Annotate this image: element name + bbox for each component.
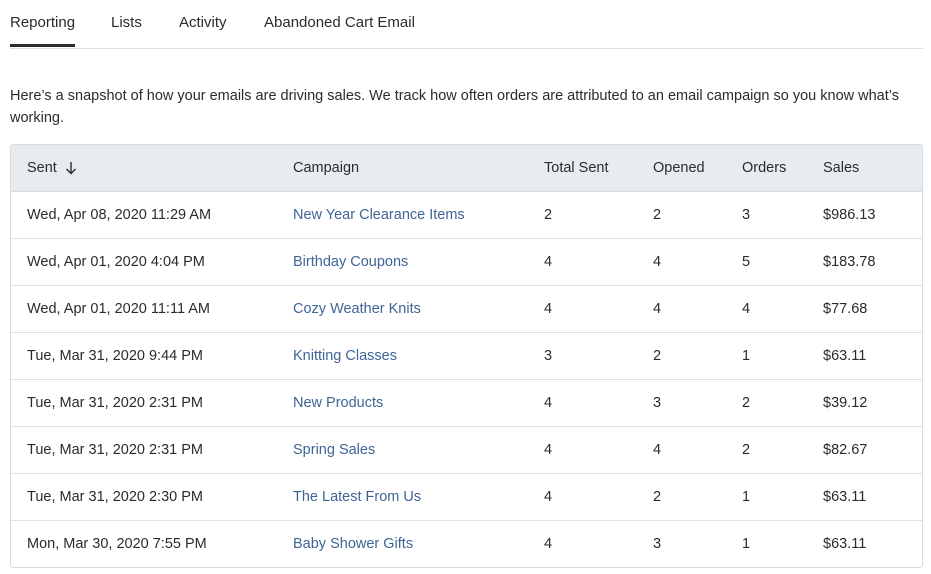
tab-lists[interactable]: Lists	[111, 14, 142, 31]
campaign-link[interactable]: Spring Sales	[293, 427, 375, 473]
sent-date-cell: Mon, Mar 30, 2020 7:55 PM	[27, 536, 207, 552]
table-row: Tue, Mar 31, 2020 2:30 PM The Latest Fro…	[11, 474, 922, 521]
opened-cell: 4	[653, 442, 662, 458]
campaign-report-table: Sent Campaign Total Sent Opened Orders S…	[10, 144, 923, 568]
sort-sent-button[interactable]: Sent	[27, 145, 77, 191]
total-sent-cell: 4	[544, 301, 553, 317]
campaign-link[interactable]: Knitting Classes	[293, 333, 397, 379]
table-row: Wed, Apr 01, 2020 11:11 AM Cozy Weather …	[11, 286, 922, 333]
orders-cell: 1	[742, 536, 751, 552]
sent-date-cell: Tue, Mar 31, 2020 2:31 PM	[27, 442, 203, 458]
sales-cell: $77.68	[823, 301, 868, 317]
opened-cell: 4	[653, 301, 662, 317]
sales-cell: $63.11	[823, 348, 867, 364]
table-row: Tue, Mar 31, 2020 2:31 PM New Products 4…	[11, 380, 922, 427]
sent-date-cell: Wed, Apr 01, 2020 11:11 AM	[27, 301, 210, 317]
campaign-link[interactable]: Cozy Weather Knits	[293, 286, 421, 332]
sent-header-label: Sent	[27, 160, 57, 176]
opened-cell: 4	[653, 254, 662, 270]
sales-cell: $183.78	[823, 254, 876, 270]
sent-date-cell: Tue, Mar 31, 2020 2:31 PM	[27, 395, 203, 411]
sales-cell: $986.13	[823, 207, 876, 223]
sent-column-header[interactable]: Sent	[27, 145, 77, 191]
orders-cell: 1	[742, 348, 751, 364]
campaign-link[interactable]: New Year Clearance Items	[293, 192, 465, 238]
table-row: Wed, Apr 08, 2020 11:29 AM New Year Clea…	[11, 192, 922, 239]
campaign-link[interactable]: The Latest From Us	[293, 474, 421, 520]
sent-date-cell: Tue, Mar 31, 2020 2:30 PM	[27, 489, 203, 505]
sent-date-cell: Tue, Mar 31, 2020 9:44 PM	[27, 348, 203, 364]
table-row: Wed, Apr 01, 2020 4:04 PM Birthday Coupo…	[11, 239, 922, 286]
opened-cell: 3	[653, 395, 662, 411]
arrow-down-icon	[65, 162, 76, 175]
tab-activity[interactable]: Activity	[179, 14, 227, 31]
table-row: Tue, Mar 31, 2020 2:31 PM Spring Sales 4…	[11, 427, 922, 474]
total-sent-cell: 4	[544, 536, 553, 552]
opened-column-header: Opened	[653, 160, 705, 176]
table-row: Tue, Mar 31, 2020 9:44 PM Knitting Class…	[11, 333, 922, 380]
sent-date-cell: Wed, Apr 01, 2020 4:04 PM	[27, 254, 205, 270]
intro-text: Here’s a snapshot of how your emails are…	[10, 88, 899, 126]
orders-cell: 5	[742, 254, 751, 270]
campaign-link[interactable]: Birthday Coupons	[293, 239, 408, 285]
opened-cell: 2	[653, 348, 662, 364]
sent-date-cell: Wed, Apr 08, 2020 11:29 AM	[27, 207, 212, 223]
sales-cell: $39.12	[823, 395, 868, 411]
orders-column-header: Orders	[742, 160, 787, 176]
campaign-link[interactable]: New Products	[293, 380, 383, 426]
orders-cell: 4	[742, 301, 751, 317]
orders-cell: 3	[742, 207, 751, 223]
sales-cell: $63.11	[823, 536, 867, 552]
total-sent-cell: 4	[544, 489, 553, 505]
total-sent-cell: 2	[544, 207, 553, 223]
sales-column-header: Sales	[823, 160, 860, 176]
table-row: Mon, Mar 30, 2020 7:55 PM Baby Shower Gi…	[11, 521, 922, 567]
tab-bar: Reporting Lists Activity Abandoned Cart …	[10, 0, 923, 49]
total-sent-cell: 4	[544, 395, 553, 411]
tab-abandoned-cart-email[interactable]: Abandoned Cart Email	[264, 14, 415, 31]
tab-reporting[interactable]: Reporting	[10, 14, 76, 47]
total-sent-column-header: Total Sent	[544, 160, 609, 176]
total-sent-cell: 4	[544, 442, 553, 458]
opened-cell: 2	[653, 489, 662, 505]
opened-cell: 3	[653, 536, 662, 552]
orders-cell: 2	[742, 395, 751, 411]
total-sent-cell: 3	[544, 348, 553, 364]
opened-cell: 2	[653, 207, 662, 223]
campaign-link[interactable]: Baby Shower Gifts	[293, 521, 413, 567]
sales-cell: $82.67	[823, 442, 868, 458]
orders-cell: 2	[742, 442, 751, 458]
table-header: Sent Campaign Total Sent Opened Orders S…	[11, 145, 922, 192]
total-sent-cell: 4	[544, 254, 553, 270]
sales-cell: $63.11	[823, 489, 867, 505]
orders-cell: 1	[742, 489, 751, 505]
campaign-column-header: Campaign	[293, 160, 360, 176]
